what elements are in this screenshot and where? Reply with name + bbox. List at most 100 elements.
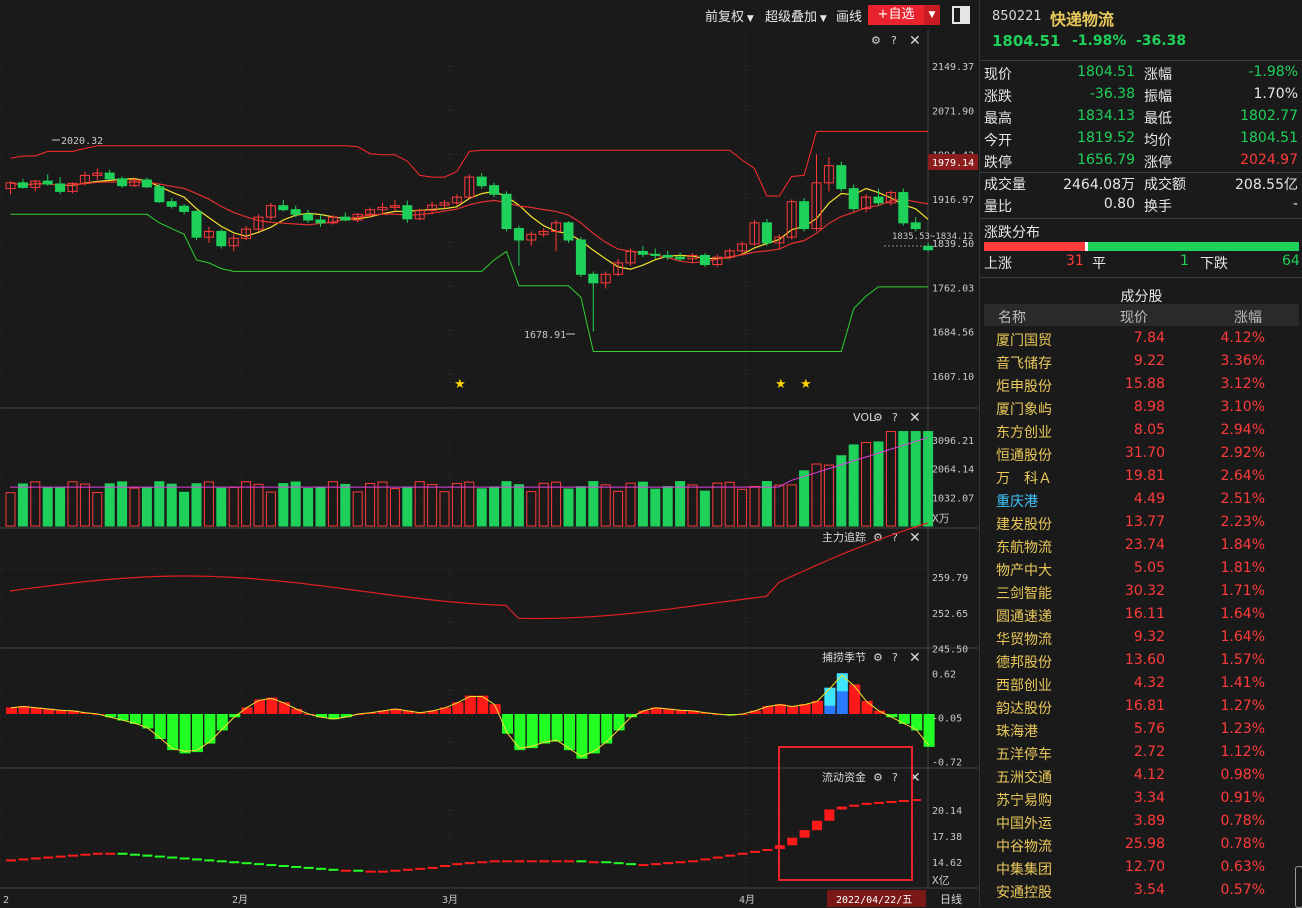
- table-row[interactable]: 圆通速递 16.11 1.64%: [980, 604, 1295, 627]
- settings-icon[interactable]: ⚙: [873, 651, 883, 664]
- settings-icon[interactable]: ⚙: [873, 531, 883, 544]
- table-row[interactable]: 德邦股份 13.60 1.57%: [980, 650, 1295, 673]
- draw-line-button[interactable]: 画线: [836, 6, 862, 25]
- table-row[interactable]: 恒通股份 31.70 2.92%: [980, 443, 1295, 466]
- volume-bar: [129, 487, 140, 527]
- table-row[interactable]: 苏宁易购 3.34 0.91%: [980, 788, 1295, 811]
- candle: [513, 228, 524, 241]
- table-row[interactable]: 厦门象屿 8.98 3.10%: [980, 397, 1295, 420]
- table-row[interactable]: 三剑智能 30.32 1.71%: [980, 581, 1295, 604]
- table-row[interactable]: 西部创业 4.32 1.41%: [980, 673, 1295, 696]
- table-row[interactable]: 五洋停车 2.72 1.12%: [980, 742, 1295, 765]
- scrollbar[interactable]: [1295, 866, 1302, 908]
- volume-bar: [166, 483, 177, 527]
- close-icon[interactable]: ✕: [909, 410, 921, 426]
- season-bar: [526, 714, 538, 749]
- down-label: 下跌: [1200, 256, 1228, 272]
- table-row[interactable]: 重庆港 4.49 2.51%: [980, 489, 1295, 512]
- flow-bar: [898, 800, 909, 803]
- flow-bar: [328, 868, 339, 871]
- table-row[interactable]: 中国外运 3.89 0.78%: [980, 811, 1295, 834]
- overlay-label: 超级叠加: [765, 10, 818, 25]
- close-icon[interactable]: ✕: [909, 770, 921, 786]
- price-tick: 2071.90: [932, 106, 974, 117]
- date-tick: 2月: [232, 894, 248, 906]
- table-row[interactable]: 安通控股 3.54 0.57%: [980, 880, 1295, 903]
- add-watchlist-dropdown[interactable]: ▼: [924, 5, 940, 25]
- kline-chart[interactable]: ⚙ ? ✕ 2149.372071.901994.431916.971839.5…: [0, 30, 978, 907]
- quote-value: -36.38: [1089, 86, 1135, 102]
- table-row[interactable]: 建发股份 13.77 2.23%: [980, 512, 1295, 535]
- table-row[interactable]: 东航物流 23.74 1.84%: [980, 535, 1295, 558]
- table-row[interactable]: 中集集团 12.70 0.63%: [980, 857, 1295, 880]
- volume-bar: [786, 484, 797, 527]
- table-row[interactable]: 物产中大 5.05 1.81%: [980, 558, 1295, 581]
- volume-bar: [414, 481, 425, 527]
- price-tick: 2149.37: [932, 62, 974, 73]
- table-row[interactable]: 东方创业 8.05 2.94%: [980, 420, 1295, 443]
- season-bar: [613, 714, 625, 731]
- volume-bar: [489, 486, 500, 527]
- season-tick: -0.72: [932, 757, 962, 768]
- help-icon[interactable]: ?: [892, 651, 898, 664]
- signal-stars: ★ ★ ★: [454, 377, 812, 392]
- table-row[interactable]: 五洲交通 4.12 0.98%: [980, 765, 1295, 788]
- layout-toggle-icon[interactable]: [952, 6, 970, 24]
- close-icon[interactable]: ✕: [909, 650, 921, 666]
- table-row[interactable]: 韵达股份 16.81 1.27%: [980, 696, 1295, 719]
- volume-bar: [55, 487, 66, 527]
- volume-bar: [17, 483, 28, 527]
- season-bar: [179, 714, 191, 754]
- flow-bar: [750, 850, 760, 853]
- constituents-title: 成分股: [1120, 289, 1163, 305]
- table-row[interactable]: 珠海港 5.76 1.23%: [980, 719, 1295, 742]
- pct-cell: 0.57%: [1220, 882, 1265, 898]
- price-cell: 8.98: [1133, 399, 1165, 415]
- volume-bar: [253, 483, 264, 527]
- quote-row: 最高 1834.13 最低 1802.77: [980, 106, 1302, 128]
- quote-value: 2464.08万: [1063, 177, 1135, 193]
- pct-cell: 2.64%: [1220, 468, 1265, 484]
- add-watchlist-button[interactable]: +自选: [868, 5, 924, 25]
- vol-tick: 3096.21: [932, 436, 974, 447]
- price-cell: 12.70: [1124, 859, 1165, 875]
- settings-icon[interactable]: ⚙: [873, 771, 883, 784]
- table-row[interactable]: 炬申股份 15.88 3.12%: [980, 374, 1295, 397]
- volume-bar: [575, 486, 586, 527]
- help-icon[interactable]: ?: [892, 411, 898, 424]
- close-icon[interactable]: ✕: [909, 33, 921, 49]
- table-row[interactable]: 厦门国贸 7.84 4.12%: [980, 328, 1295, 351]
- price-cell: 25.98: [1124, 836, 1165, 852]
- season-bar: [192, 714, 203, 753]
- flow-bar: [564, 860, 574, 863]
- up-bar: [984, 242, 1085, 251]
- settings-icon[interactable]: ⚙: [871, 34, 881, 47]
- candle: [154, 186, 165, 203]
- flow-bar: [638, 864, 649, 867]
- table-row[interactable]: 音飞储存 9.22 3.36%: [980, 351, 1295, 374]
- candle: [315, 219, 326, 224]
- price-cell: 19.81: [1124, 468, 1165, 484]
- period-label[interactable]: 日线: [940, 892, 962, 906]
- table-row[interactable]: 万 科Ａ 19.81 2.64%: [980, 466, 1295, 489]
- overlay-dropdown[interactable]: 超级叠加 ▼: [765, 6, 827, 25]
- fuquan-dropdown[interactable]: 前复权 ▼: [705, 6, 754, 25]
- flow-bar: [179, 857, 190, 860]
- volume-bar: [799, 470, 810, 527]
- down-count: 64: [1282, 253, 1300, 269]
- header-price[interactable]: 现价: [1120, 307, 1148, 327]
- table-row[interactable]: 华贸物流 9.32 1.64%: [980, 627, 1295, 650]
- quote-row: 现价 1804.51 涨幅 -1.98%: [980, 62, 1302, 84]
- flow-bar: [601, 861, 612, 864]
- table-row[interactable]: 中谷物流 25.98 0.78%: [980, 834, 1295, 857]
- header-name[interactable]: 名称: [998, 307, 1026, 327]
- help-icon[interactable]: ?: [891, 34, 897, 47]
- candle: [588, 273, 599, 284]
- candle: [910, 222, 921, 230]
- help-icon[interactable]: ?: [892, 771, 898, 784]
- close-icon[interactable]: ✕: [909, 530, 921, 546]
- stock-name: 快递物流: [1050, 10, 1115, 29]
- header-pct[interactable]: 涨幅: [1234, 307, 1262, 327]
- quote-value: 1656.79: [1077, 152, 1135, 168]
- settings-icon[interactable]: ⚙: [873, 411, 883, 424]
